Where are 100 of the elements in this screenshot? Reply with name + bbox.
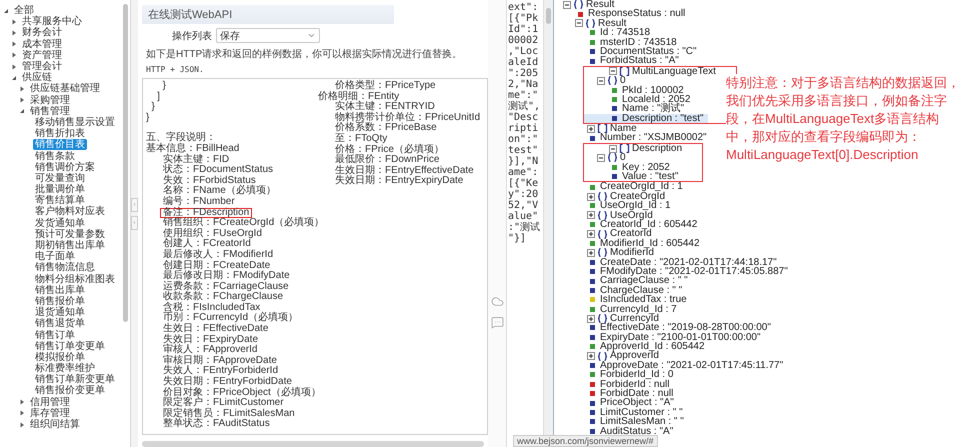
nav-tree-item[interactable]: 批量调价单 xyxy=(0,184,123,196)
json-tree-node[interactable]: ForbidStatus : "A" xyxy=(562,56,683,66)
json-tree-node[interactable]: AuditStatus : "A" xyxy=(562,426,678,436)
nav-tree-item[interactable]: 发货通知单 xyxy=(0,218,123,229)
collapsed-triangle-icon[interactable] xyxy=(19,97,25,104)
plus-box-icon[interactable] xyxy=(587,124,595,133)
nav-tree-item[interactable]: 期初销售出库单 xyxy=(0,240,123,252)
collapsed-triangle-icon[interactable] xyxy=(11,52,17,58)
comment-icon[interactable] xyxy=(490,316,504,329)
json-tree-node[interactable]: UseOrgId xyxy=(562,210,657,220)
nav-tree-item[interactable]: 销售退货单 xyxy=(0,318,123,330)
json-tree-node[interactable]: CreatorId_Id : 605442 xyxy=(562,220,702,230)
collapsed-triangle-icon[interactable] xyxy=(11,18,17,25)
json-tree-node[interactable]: LimitSalesMan : " " xyxy=(562,417,688,427)
nav-tree-item[interactable]: 客户物料对应表 xyxy=(0,206,123,218)
minus-box-icon[interactable] xyxy=(575,19,583,28)
collapsed-triangle-icon[interactable] xyxy=(11,30,17,36)
nav-tree-item[interactable]: 销售条款 xyxy=(0,150,123,162)
collapsed-triangle-icon[interactable] xyxy=(19,422,25,428)
json-tree-node[interactable]: CurrencyId_Id : 7 xyxy=(562,304,681,314)
nav-tree-item[interactable]: 模拟报价单 xyxy=(0,352,123,363)
json-tree-node[interactable]: CreateDate : "2021-02-01T17:44:18.17" xyxy=(562,258,781,267)
json-tree-node[interactable]: FModifyDate : "2021-02-01T17:45:05.887" xyxy=(562,266,792,276)
minus-box-icon[interactable] xyxy=(597,76,605,85)
json-tree-node[interactable]: DocumentStatus : "C" xyxy=(562,46,701,56)
nav-tree-item[interactable]: 供应链 xyxy=(0,72,123,84)
nav-tree-item[interactable]: 销售订单新变更单 xyxy=(0,374,123,386)
plus-box-icon[interactable] xyxy=(587,314,595,323)
collapsed-triangle-icon[interactable] xyxy=(11,41,17,48)
json-tree-node[interactable]: Result xyxy=(562,18,630,28)
json-tree-node[interactable]: Key : 2052 xyxy=(584,162,674,172)
nav-tree-item[interactable]: 销售物流信息 xyxy=(0,262,123,274)
nav-tree-item[interactable]: 共享服务中心 xyxy=(0,16,123,28)
json-tree-node[interactable]: Description : "test" xyxy=(584,114,708,124)
json-tree-node[interactable]: Description xyxy=(584,144,686,154)
scrollbar-thumb[interactable] xyxy=(546,8,551,24)
nav-tree-item[interactable]: 销售折扣表 xyxy=(0,128,123,140)
nav-tree-item[interactable]: 电子面单 xyxy=(0,251,123,262)
nav-tree-item[interactable]: 销售调价方案 xyxy=(0,162,123,173)
json-tree-node[interactable]: ApproverId xyxy=(562,351,663,361)
nav-tree-item[interactable]: 组织间结算 xyxy=(0,418,123,430)
nav-tree-item[interactable]: 库存管理 xyxy=(0,408,123,419)
json-tree-node[interactable]: ModifierId_Id : 605442 xyxy=(562,238,704,248)
json-tree-node[interactable]: ApproverId_Id : 605442 xyxy=(562,342,709,352)
json-tree-node[interactable]: CurrencyId xyxy=(562,314,663,324)
nav-tree-item[interactable]: 销售出库单 xyxy=(0,284,123,296)
nav-tree-item[interactable]: 全部 xyxy=(0,5,123,16)
json-tree-node[interactable]: Name : "测试" xyxy=(584,104,688,114)
nav-tree-item[interactable]: 销售订单变更单 xyxy=(0,340,123,352)
nav-tree-item[interactable]: 销售管理 xyxy=(0,106,123,117)
json-tree-node[interactable]: 0 xyxy=(584,153,630,163)
nav-tree-item[interactable]: 销售价目表 xyxy=(0,139,123,150)
json-tree-node[interactable]: 0 xyxy=(584,76,630,86)
nav-tree-item[interactable]: 财务会计 xyxy=(0,27,123,39)
json-tree-node[interactable]: CreatorId xyxy=(562,229,656,239)
json-tree-node[interactable]: ForbiderId : null xyxy=(562,380,674,390)
json-tree-node[interactable]: MultiLanguageText xyxy=(584,66,720,76)
expanded-triangle-icon[interactable] xyxy=(19,108,25,114)
nav-tree-item[interactable]: 预计可发量参数 xyxy=(0,228,123,240)
nav-tree-item[interactable]: 销售订单 xyxy=(0,329,123,341)
plus-box-icon[interactable] xyxy=(587,352,595,360)
horizontal-scrollbar[interactable] xyxy=(142,441,484,447)
nav-tree-item[interactable]: 寄售结算单 xyxy=(0,195,123,206)
nav-tree-item[interactable]: 可发量查询 xyxy=(0,172,123,184)
json-tree-node[interactable]: CreateOrgId_Id : 1 xyxy=(562,182,687,192)
nav-tree-item[interactable]: 销售报价变更单 xyxy=(0,385,123,397)
expanded-triangle-icon[interactable] xyxy=(11,74,17,81)
json-tree-node[interactable]: IsIncludedTax : true xyxy=(562,295,691,304)
json-tree-node[interactable]: CarriageClause : " " xyxy=(562,276,692,286)
minus-box-icon[interactable] xyxy=(609,67,617,76)
json-tree-node[interactable]: Name xyxy=(562,124,641,134)
json-tree-node[interactable]: Id : 743518 xyxy=(562,28,654,38)
json-tree-node[interactable]: ExpiryDate : "2100-01-01T00:00:00" xyxy=(562,332,765,342)
nav-tree-item[interactable]: 移动销售显示设置 xyxy=(0,116,123,128)
json-tree-node[interactable]: LimitCustomer : " " xyxy=(562,408,687,418)
json-tree-node[interactable]: EffectiveDate : "2019-08-28T00:00:00" xyxy=(562,323,775,333)
nav-tree-item[interactable]: 物料分组标准图表 xyxy=(0,274,123,285)
json-tree-node[interactable]: ForbidDate : null xyxy=(562,389,678,398)
operation-select[interactable]: 保存 xyxy=(216,28,320,43)
collapsed-triangle-icon[interactable] xyxy=(11,64,17,70)
json-tree-node[interactable]: UseOrgId_Id : 1 xyxy=(562,201,675,211)
nav-tree-item[interactable]: 标准费率维护 xyxy=(0,363,123,374)
json-tree-node[interactable]: ForbiderId_Id : 0 xyxy=(562,370,678,380)
scrollbar-thumb[interactable] xyxy=(123,4,128,322)
nav-tree-item[interactable]: 成本管理 xyxy=(0,38,123,50)
nav-tree-item[interactable]: 管理会计 xyxy=(0,60,123,72)
collapsed-triangle-icon[interactable] xyxy=(19,86,25,92)
minus-box-icon[interactable] xyxy=(609,144,617,153)
minus-box-icon[interactable] xyxy=(563,0,571,9)
json-tree-node[interactable]: Value : "test" xyxy=(584,172,682,182)
json-tree-node[interactable]: ApproveDate : "2021-02-01T17:45:11.77" xyxy=(562,360,788,370)
nav-tree-item[interactable]: 销售报价单 xyxy=(0,296,123,308)
plus-box-icon[interactable] xyxy=(587,248,595,257)
cloud-icon[interactable] xyxy=(490,295,504,308)
collapsed-triangle-icon[interactable] xyxy=(19,410,25,416)
json-tree-node[interactable]: ModifierId xyxy=(562,248,658,258)
plus-box-icon[interactable] xyxy=(587,230,595,238)
plus-box-icon[interactable] xyxy=(587,192,595,200)
nav-tree-item[interactable]: 退货通知单 xyxy=(0,307,123,318)
json-tree-node[interactable]: PkId : 100002 xyxy=(584,86,688,95)
